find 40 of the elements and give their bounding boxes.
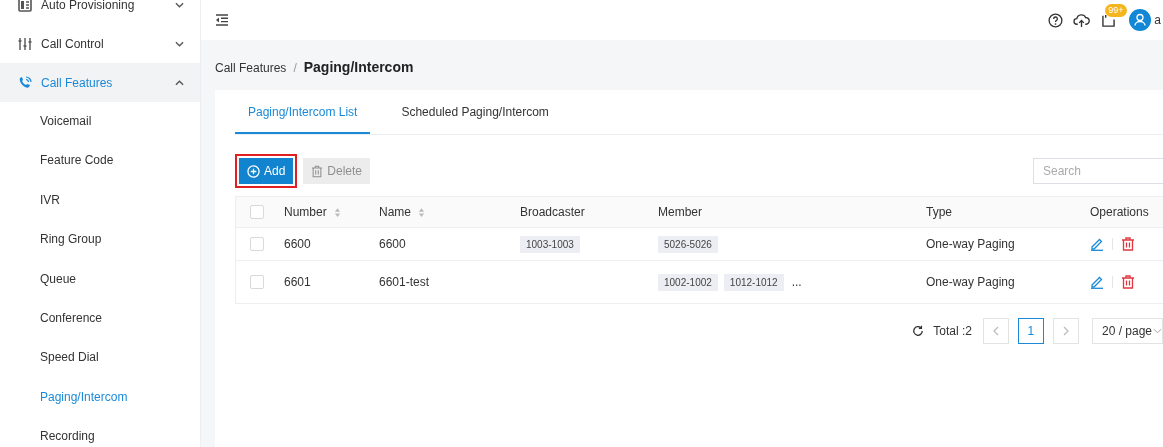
menu-item[interactable]: Speed Dial [0, 338, 200, 378]
menu-item[interactable]: IVR [0, 180, 200, 221]
extension-tag: 1012-1012 [723, 273, 784, 291]
column-header: Number [284, 205, 327, 219]
table-cell: 6601-test [379, 275, 430, 289]
notification-badge: 99+ [1105, 3, 1127, 17]
extension-tag: 5026-5026 [658, 235, 718, 253]
menu-item[interactable]: Recording [0, 417, 200, 447]
more-text: ... [791, 275, 802, 289]
menu-group[interactable]: Call Control [0, 24, 200, 63]
menu-item[interactable]: Feature Code [0, 141, 200, 181]
breadcrumb-link[interactable]: Call Features [215, 61, 287, 75]
menu-item[interactable]: Queue [0, 259, 200, 299]
menu-item[interactable]: Ring Group [0, 220, 200, 260]
add-button[interactable]: Add [239, 158, 294, 184]
menu-group[interactable]: Auto Provisioning [0, 0, 200, 24]
tab[interactable]: Paging/Intercom List [235, 90, 371, 134]
table-cell: One-way Paging [926, 237, 1015, 251]
table-cell: One-way Paging [926, 275, 1015, 289]
menu-item[interactable]: Conference [0, 298, 200, 339]
table-cell: 6600 [284, 237, 311, 251]
page-button[interactable]: 1 [1017, 318, 1044, 344]
table-cell: 6600 [379, 237, 406, 251]
total-count: Total :2 [933, 324, 972, 338]
table-cell: 6601 [284, 275, 311, 289]
menu-item[interactable]: Voicemail [0, 102, 200, 142]
menu-item[interactable]: Paging/Intercom [0, 377, 200, 418]
extension-tag: 1002-1002 [658, 273, 718, 291]
column-header: Member [658, 205, 702, 219]
column-header: Broadcaster [520, 205, 585, 219]
tab[interactable]: Scheduled Paging/Intercom [388, 90, 562, 134]
extension-tag: 1003-1003 [520, 235, 580, 253]
user-name[interactable]: a [1154, 13, 1161, 27]
column-header: Operations [1090, 205, 1149, 219]
breadcrumb-separator: / [293, 61, 297, 75]
column-header: Type [926, 205, 952, 219]
column-header: Name [379, 205, 411, 219]
page-size-select[interactable]: 20 / page [1091, 318, 1163, 344]
search-field[interactable]: Search [1033, 158, 1163, 184]
page-title: Paging/Intercom [303, 59, 414, 75]
